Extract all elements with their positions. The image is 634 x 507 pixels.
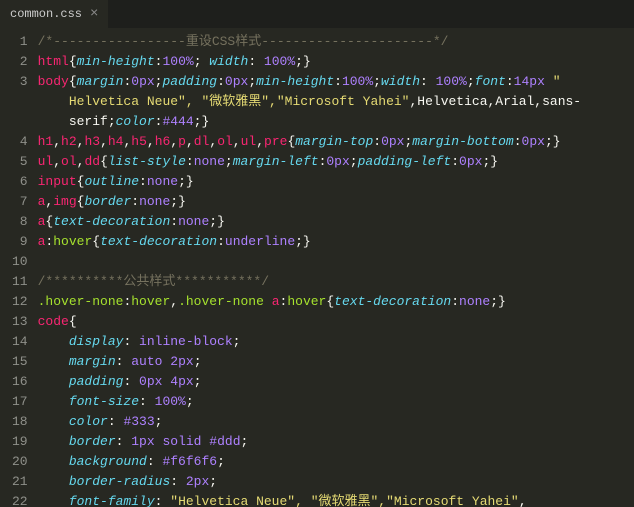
line-number: 8 bbox=[12, 212, 28, 232]
code-line: a:hover{text-decoration:underline;} bbox=[38, 232, 582, 252]
line-number bbox=[12, 92, 28, 112]
line-number: 14 bbox=[12, 332, 28, 352]
line-number: 13 bbox=[12, 312, 28, 332]
close-icon[interactable]: × bbox=[90, 6, 98, 22]
code-line: input{outline:none;} bbox=[38, 172, 582, 192]
tab-common-css[interactable]: common.css × bbox=[0, 0, 108, 28]
code-line: font-size: 100%; bbox=[38, 392, 582, 412]
line-number: 19 bbox=[12, 432, 28, 452]
code-line: h1,h2,h3,h4,h5,h6,p,dl,ol,ul,pre{margin-… bbox=[38, 132, 582, 152]
code-area[interactable]: /*-----------------重设CSS样式--------------… bbox=[38, 28, 582, 507]
line-number: 16 bbox=[12, 372, 28, 392]
code-line: border: 1px solid #ddd; bbox=[38, 432, 582, 452]
line-number: 15 bbox=[12, 352, 28, 372]
code-line: a{text-decoration:none;} bbox=[38, 212, 582, 232]
line-number: 6 bbox=[12, 172, 28, 192]
editor[interactable]: 123 45678910111213141516171819202122 23 … bbox=[0, 28, 634, 507]
code-line: padding: 0px 4px; bbox=[38, 372, 582, 392]
code-line: margin: auto 2px; bbox=[38, 352, 582, 372]
code-line: border-radius: 2px; bbox=[38, 472, 582, 492]
line-number: 12 bbox=[12, 292, 28, 312]
code-line: code{ bbox=[38, 312, 582, 332]
line-number: 3 bbox=[12, 72, 28, 92]
code-line: serif;color:#444;} bbox=[38, 112, 582, 132]
line-number: 11 bbox=[12, 272, 28, 292]
code-line: html{min-height:100%; width: 100%;} bbox=[38, 52, 582, 72]
code-line: background: #f6f6f6; bbox=[38, 452, 582, 472]
line-number: 4 bbox=[12, 132, 28, 152]
line-number: 17 bbox=[12, 392, 28, 412]
line-number: 10 bbox=[12, 252, 28, 272]
line-number bbox=[12, 112, 28, 132]
tab-bar: common.css × bbox=[0, 0, 634, 28]
tab-label: common.css bbox=[10, 7, 82, 21]
code-line: body{margin:0px;padding:0px;min-height:1… bbox=[38, 72, 582, 92]
line-number: 9 bbox=[12, 232, 28, 252]
code-line: font-family: "Helvetica Neue", "微软雅黑","M… bbox=[38, 492, 582, 507]
line-number: 5 bbox=[12, 152, 28, 172]
line-number: 22 bbox=[12, 492, 28, 507]
code-line bbox=[38, 252, 582, 272]
line-number: 18 bbox=[12, 412, 28, 432]
code-line: /*-----------------重设CSS样式--------------… bbox=[38, 32, 582, 52]
line-number-gutter: 123 45678910111213141516171819202122 23 bbox=[0, 28, 38, 507]
line-number: 21 bbox=[12, 472, 28, 492]
line-number: 2 bbox=[12, 52, 28, 72]
code-line: color: #333; bbox=[38, 412, 582, 432]
line-number: 20 bbox=[12, 452, 28, 472]
code-line: ul,ol,dd{list-style:none;margin-left:0px… bbox=[38, 152, 582, 172]
line-number: 1 bbox=[12, 32, 28, 52]
line-number: 7 bbox=[12, 192, 28, 212]
code-line: Helvetica Neue", "微软雅黑","Microsoft Yahei… bbox=[38, 92, 582, 112]
code-line: a,img{border:none;} bbox=[38, 192, 582, 212]
code-line: /**********公共样式***********/ bbox=[38, 272, 582, 292]
code-line: display: inline-block; bbox=[38, 332, 582, 352]
code-line: .hover-none:hover,.hover-none a:hover{te… bbox=[38, 292, 582, 312]
